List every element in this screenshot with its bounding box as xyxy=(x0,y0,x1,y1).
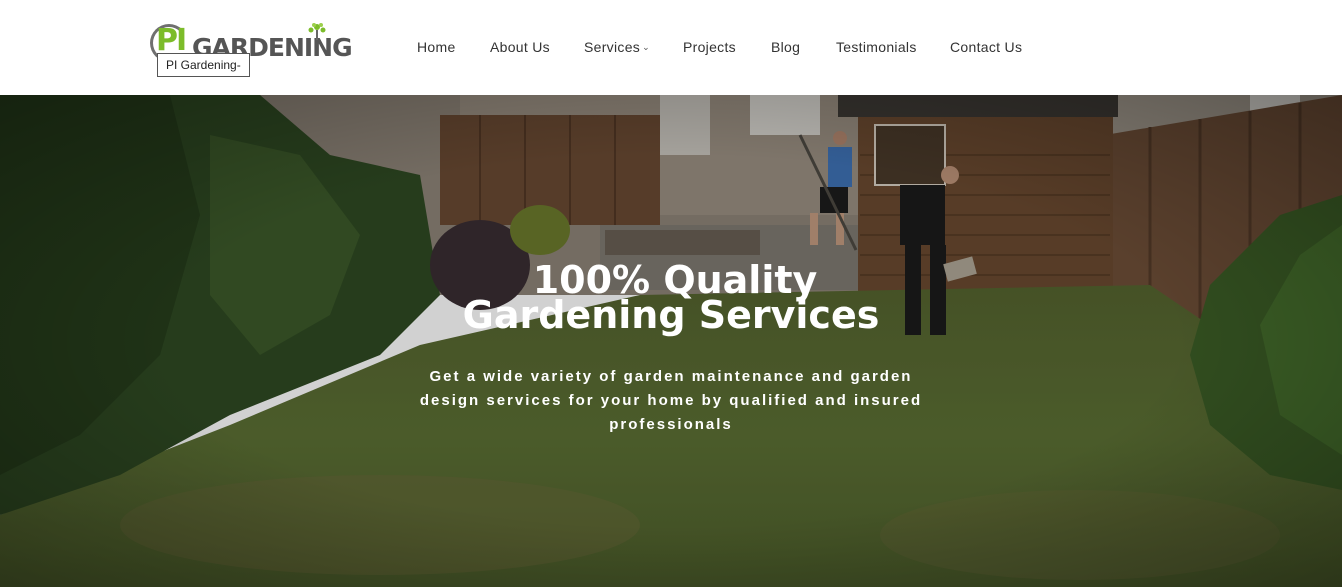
nav-contact-us[interactable]: Contact Us xyxy=(950,37,1022,57)
nav-services[interactable]: Services ⌄ xyxy=(584,37,650,57)
hero-title-line-2: Gardening Services xyxy=(462,293,880,337)
nav-about-us[interactable]: About Us xyxy=(490,37,550,57)
hero-background-image xyxy=(0,95,1342,587)
nav-testimonials[interactable]: Testimonials xyxy=(836,37,917,57)
nav-blog[interactable]: Blog xyxy=(771,37,800,57)
nav-services-label: Services xyxy=(584,39,641,55)
leaves-icon xyxy=(308,23,326,40)
chevron-down-icon: ⌄ xyxy=(642,42,650,52)
site-header: PI GARDENING PI Gardening- Home About Us… xyxy=(0,0,1342,95)
nav-projects[interactable]: Projects xyxy=(683,37,736,57)
hero-section: 100% Quality Gardening Services Get a wi… xyxy=(0,95,1342,587)
hero-subtitle: Get a wide variety of garden maintenance… xyxy=(419,368,923,433)
nav-home[interactable]: Home xyxy=(417,37,456,57)
logo-tooltip: PI Gardening- xyxy=(157,53,250,77)
